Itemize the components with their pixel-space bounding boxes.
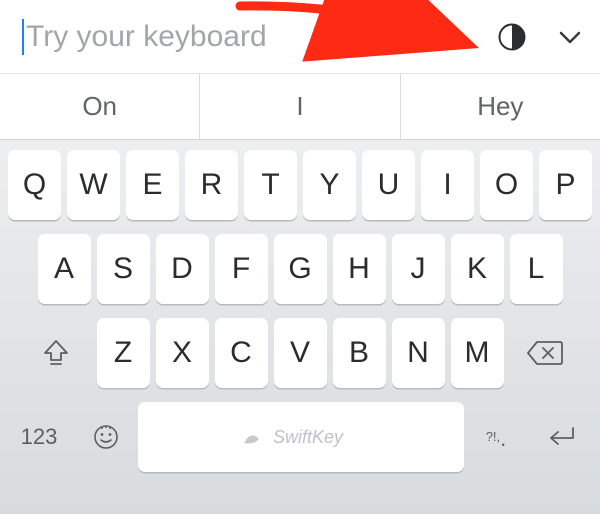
- suggestion-bar: On I Hey: [0, 74, 600, 140]
- half-circle-theme-icon: [497, 22, 527, 52]
- key-n[interactable]: N: [392, 318, 445, 388]
- key-q[interactable]: Q: [8, 150, 61, 220]
- key-g[interactable]: G: [274, 234, 327, 304]
- key-d[interactable]: D: [156, 234, 209, 304]
- key-x[interactable]: X: [156, 318, 209, 388]
- keyboard-row-1: Q W E R T Y U I O P: [4, 150, 596, 220]
- return-key[interactable]: [528, 402, 596, 472]
- theme-toggle-button[interactable]: [494, 19, 530, 55]
- key-p[interactable]: P: [539, 150, 592, 220]
- key-r[interactable]: R: [185, 150, 238, 220]
- swiftkey-logo-icon: [241, 425, 361, 449]
- shift-icon: [39, 336, 73, 370]
- backspace-icon: [526, 338, 564, 368]
- chevron-down-icon: [556, 23, 584, 51]
- backspace-key[interactable]: [510, 318, 580, 388]
- numbers-key[interactable]: 123: [4, 402, 74, 472]
- key-v[interactable]: V: [274, 318, 327, 388]
- key-j[interactable]: J: [392, 234, 445, 304]
- dropdown-button[interactable]: [552, 19, 588, 55]
- key-o[interactable]: O: [480, 150, 533, 220]
- key-y[interactable]: Y: [303, 150, 356, 220]
- key-z[interactable]: Z: [97, 318, 150, 388]
- key-i[interactable]: I: [421, 150, 474, 220]
- key-f[interactable]: F: [215, 234, 268, 304]
- text-caret: [22, 19, 24, 55]
- key-l[interactable]: L: [510, 234, 563, 304]
- input-bar: Try your keyboard: [0, 0, 600, 74]
- text-input[interactable]: Try your keyboard: [22, 19, 494, 55]
- return-icon: [543, 423, 581, 451]
- key-m[interactable]: M: [451, 318, 504, 388]
- punct-top: ?!,: [486, 430, 500, 444]
- key-e[interactable]: E: [126, 150, 179, 220]
- key-k[interactable]: K: [451, 234, 504, 304]
- keyboard-row-3: Z X C V B N M: [4, 318, 596, 388]
- key-u[interactable]: U: [362, 150, 415, 220]
- keyboard-row-4: 123 SwiftKey ?!,: [4, 402, 596, 472]
- key-b[interactable]: B: [333, 318, 386, 388]
- input-placeholder: Try your keyboard: [26, 20, 267, 54]
- key-c[interactable]: C: [215, 318, 268, 388]
- key-w[interactable]: W: [67, 150, 120, 220]
- punct-bottom: .: [500, 427, 506, 451]
- space-key[interactable]: SwiftKey: [138, 402, 464, 472]
- key-t[interactable]: T: [244, 150, 297, 220]
- suggestion-item[interactable]: On: [0, 74, 200, 139]
- suggestion-item[interactable]: Hey: [401, 74, 600, 139]
- keyboard-row-2: A S D F G H J K L: [4, 234, 596, 304]
- suggestion-item[interactable]: I: [200, 74, 400, 139]
- shift-key[interactable]: [21, 318, 91, 388]
- emoji-icon: [91, 422, 121, 452]
- keyboard: Q W E R T Y U I O P A S D F G H J K L: [0, 140, 600, 514]
- emoji-key[interactable]: [80, 402, 132, 472]
- key-a[interactable]: A: [38, 234, 91, 304]
- key-h[interactable]: H: [333, 234, 386, 304]
- key-s[interactable]: S: [97, 234, 150, 304]
- punctuation-key[interactable]: ?!, .: [470, 402, 522, 472]
